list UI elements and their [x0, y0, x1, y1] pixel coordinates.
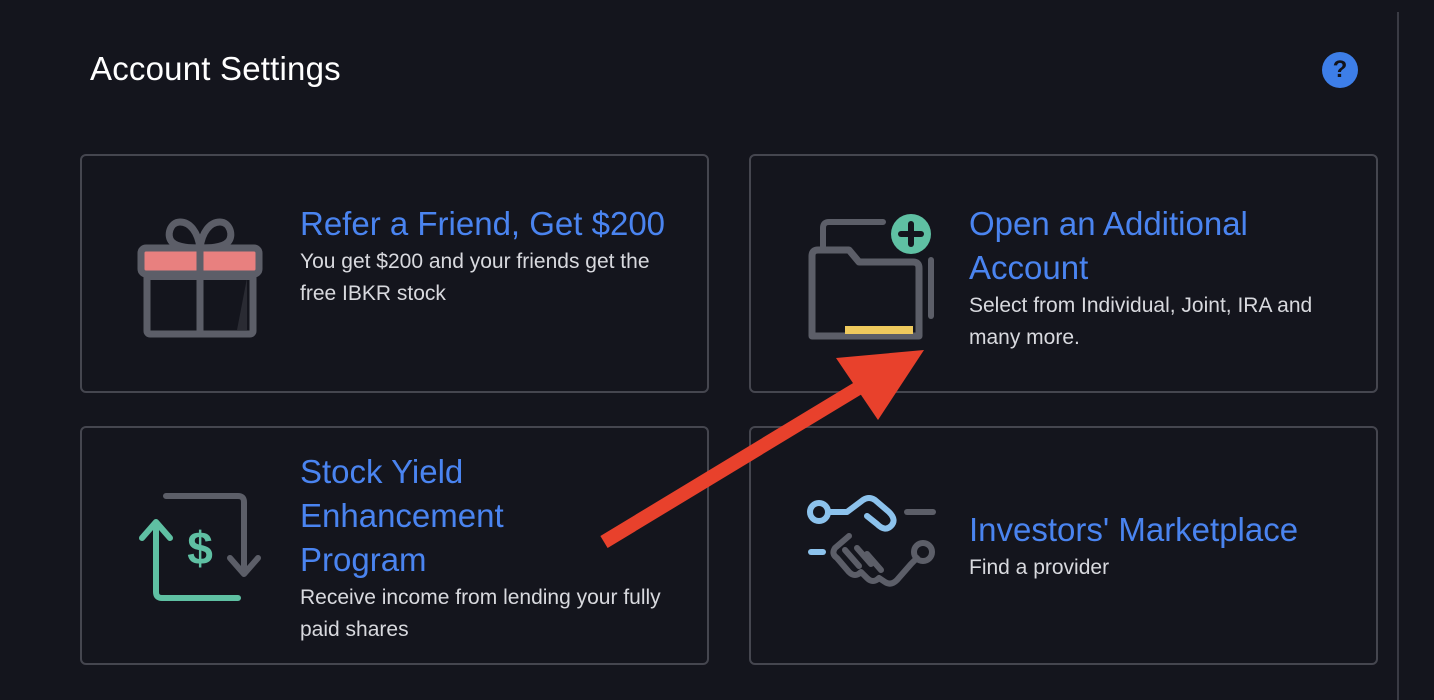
refer-friend-card[interactable]: Refer a Friend, Get $200 You get $200 an… — [80, 154, 709, 393]
vertical-divider — [1397, 12, 1399, 700]
page-title: Account Settings — [90, 50, 341, 87]
card-title: Investors' Marketplace — [969, 511, 1299, 548]
card-title: Stock Yield Enhancement Program — [300, 453, 504, 578]
gift-icon — [137, 218, 263, 338]
open-account-card[interactable]: Open an Additional Account Select from I… — [749, 154, 1378, 393]
stock-yield-card[interactable]: $ Stock Yield Enhancement Program Receiv… — [80, 426, 709, 665]
card-description: Find a provider — [969, 556, 1110, 579]
card-title: Open an Additional Account — [969, 205, 1248, 286]
handshake-icon — [807, 495, 936, 587]
account-settings-page: Account Settings ? Refer a Friend, Get $… — [0, 0, 1434, 700]
card-description: Select from Individual, Joint, IRA and m… — [969, 294, 1313, 349]
help-button[interactable]: ? — [1322, 52, 1358, 88]
card-description: You get $200 and your friends get the fr… — [300, 250, 650, 305]
folder-add-icon — [808, 214, 934, 340]
card-description: Receive income from lending your fully p… — [300, 586, 661, 641]
investors-marketplace-card[interactable]: Investors' Marketplace Find a provider — [749, 426, 1378, 665]
card-title: Refer a Friend, Get $200 — [300, 205, 666, 242]
dollar-exchange-icon: $ — [139, 493, 261, 601]
svg-text:$: $ — [187, 522, 213, 574]
